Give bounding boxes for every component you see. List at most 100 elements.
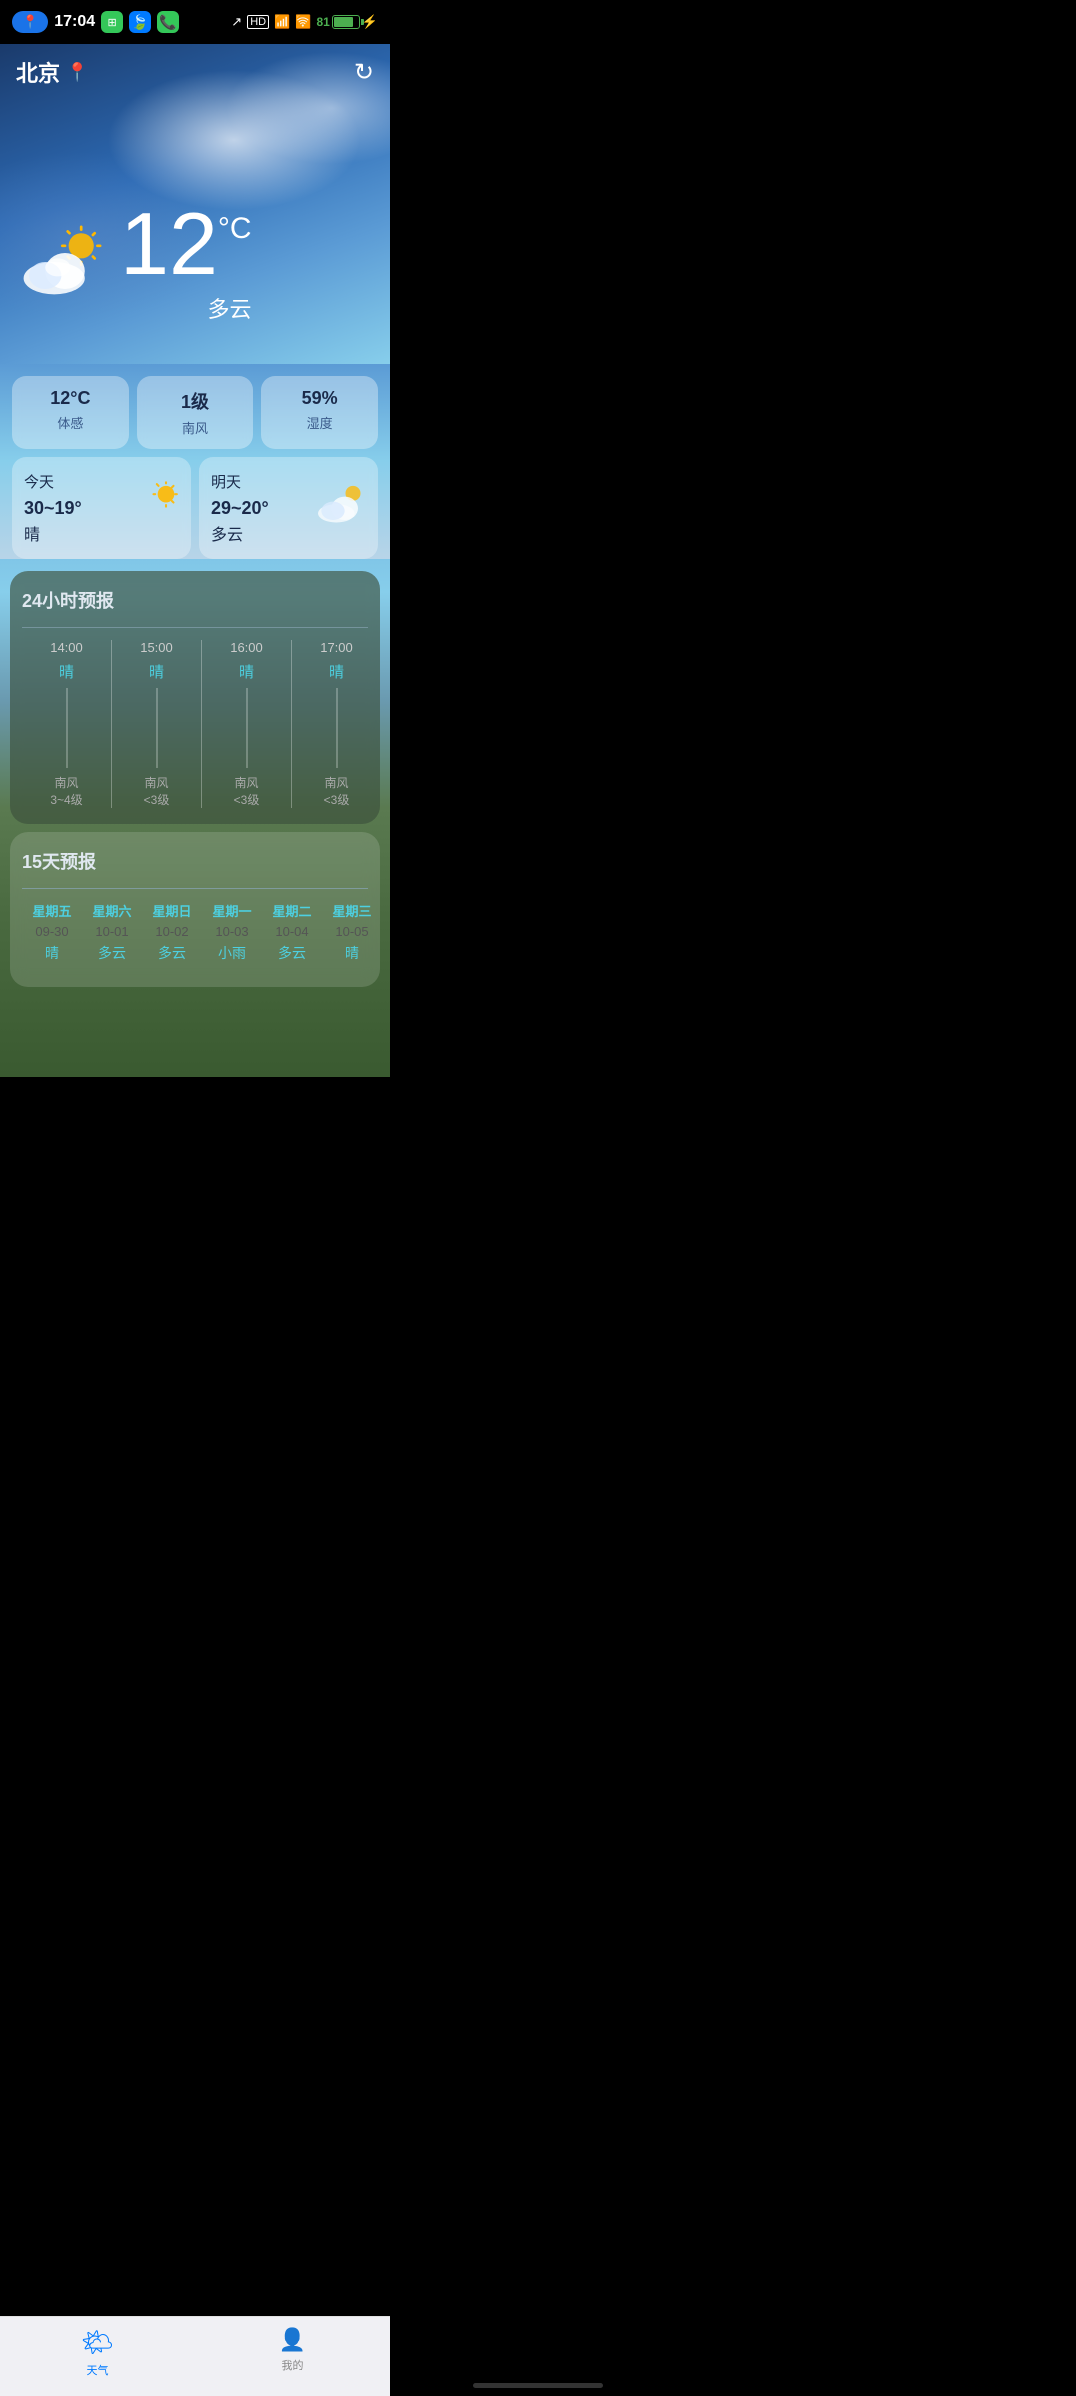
cloud-sun-svg xyxy=(20,222,110,302)
fifteen-weather: 多云 xyxy=(142,943,202,963)
hourly-item: 16:00 晴 南风 <3级 xyxy=(202,640,292,808)
fifteen-weather: 多云 xyxy=(82,943,142,963)
fifteen-day-col: 星期五 09-30 晴 xyxy=(22,901,82,963)
fifteen-day-col: 星期二 10-04 多云 xyxy=(262,901,322,963)
hourly-wind: 南风 xyxy=(206,774,287,791)
hourly-scroll[interactable]: 14:00 晴 南风 3~4级 15:00 晴 南风 <3级 16:00 晴 南… xyxy=(22,640,368,808)
hourly-wind-level: <3级 xyxy=(206,791,287,808)
tomorrow-card[interactable]: 明天 29~20° 多云 xyxy=(199,457,378,559)
fifteen-weather: 小雨 xyxy=(202,943,262,963)
weather-info-cards: 12°C 体感 1级 南风 59% 湿度 xyxy=(12,376,378,449)
nav-profile-icon: 👤 xyxy=(279,2327,306,2353)
fifteen-days-row: 星期五 09-30 晴 星期六 10-01 多云 星期日 10-02 多云 星期… xyxy=(22,901,368,963)
hourly-wind: 南风 xyxy=(116,774,197,791)
hourly-section: 24小时预报 14:00 晴 南风 3~4级 15:00 晴 南风 <3级 16… xyxy=(10,571,380,824)
weather-icon-large xyxy=(20,222,110,302)
battery-level: 81 xyxy=(316,15,329,29)
location-pill: 📍 xyxy=(12,11,48,33)
daily-forecast-row: 今天 30~19° 晴 明天 xyxy=(12,457,378,559)
hourly-bar-line xyxy=(336,688,337,768)
hourly-bar-area xyxy=(26,688,107,768)
wind-card: 1级 南风 xyxy=(137,376,254,449)
wind-value: 1级 xyxy=(145,388,246,414)
fifteen-day-col: 星期六 10-01 多云 xyxy=(82,901,142,963)
fifteen-day-label: 星期日 xyxy=(142,901,202,920)
fifteen-day-col: 星期日 10-02 多云 xyxy=(142,901,202,963)
hourly-bar-line xyxy=(66,688,67,768)
fifteen-date: 10-01 xyxy=(82,924,142,939)
hero-weather-main: 12 °C 多云 xyxy=(20,200,252,324)
hero-section: 北京 📍 ↻ xyxy=(0,44,390,364)
hero-header: 北京 📍 ↻ xyxy=(0,56,390,88)
hourly-item: 14:00 晴 南风 3~4级 xyxy=(22,640,112,808)
hourly-wind-level: <3级 xyxy=(116,791,197,808)
fifteen-date: 10-02 xyxy=(142,924,202,939)
hourly-item: 17:00 晴 南风 <3级 xyxy=(292,640,368,808)
fifteen-weather: 晴 xyxy=(322,943,382,963)
fifteen-day-col: 星期三 10-05 晴 xyxy=(322,901,382,963)
today-card[interactable]: 今天 30~19° 晴 xyxy=(12,457,191,559)
nav-weather-icon: 🌤 xyxy=(81,2327,114,2358)
status-left: 📍 17:04 ⊞ 🍃 📞 xyxy=(12,11,179,33)
hourly-wind: 南风 xyxy=(296,774,368,791)
hourly-items-row: 14:00 晴 南风 3~4级 15:00 晴 南风 <3级 16:00 晴 南… xyxy=(22,640,368,808)
app-icon-3: 📞 xyxy=(157,11,179,33)
hourly-weather: 晴 xyxy=(26,661,107,682)
hourly-weather: 晴 xyxy=(116,661,197,682)
info-section: 12°C 体感 1级 南风 59% 湿度 今天 30~19° 晴 xyxy=(0,364,390,559)
today-weather-icon xyxy=(131,482,181,535)
home-indicator xyxy=(473,2383,603,2388)
refresh-button[interactable]: ↻ xyxy=(354,58,374,87)
feels-like-value: 12°C xyxy=(20,388,121,409)
fifteen-divider xyxy=(22,888,368,889)
temperature-unit: °C xyxy=(218,214,252,244)
fifteen-day-label: 星期一 xyxy=(202,901,262,920)
app-icon-2: 🍃 xyxy=(129,11,151,33)
hourly-bar-line xyxy=(156,688,157,768)
hourly-section-title: 24小时预报 xyxy=(22,587,368,613)
fifteen-day-label: 星期二 xyxy=(262,901,322,920)
hourly-time: 16:00 xyxy=(206,640,287,655)
fifteen-day-label: 星期三 xyxy=(322,901,382,920)
fifteen-date: 10-03 xyxy=(202,924,262,939)
temperature-value: 12 xyxy=(120,200,218,288)
fifteen-weather: 晴 xyxy=(22,943,82,963)
fifteen-date: 10-05 xyxy=(322,924,382,939)
humidity-label: 湿度 xyxy=(269,413,370,432)
cellular-icon: 📶 xyxy=(274,14,290,30)
fifteen-day-label: 星期六 xyxy=(82,901,142,920)
weather-description: 多云 xyxy=(120,292,252,324)
status-bar: 📍 17:04 ⊞ 🍃 📞 ↗ HD 📶 🛜 81 ⚡ xyxy=(0,0,390,44)
nav-profile[interactable]: 👤 我的 xyxy=(195,2327,390,2373)
hourly-bar-area xyxy=(206,688,287,768)
fifteen-section-title: 15天预报 xyxy=(22,848,368,874)
status-right: ↗ HD 📶 🛜 81 ⚡ xyxy=(231,14,378,30)
fifteen-day-section: 15天预报 星期五 09-30 晴 星期六 10-01 多云 星期日 10-02… xyxy=(10,832,380,987)
wind-label: 南风 xyxy=(145,418,246,437)
humidity-value: 59% xyxy=(269,388,370,409)
humidity-card: 59% 湿度 xyxy=(261,376,378,449)
location-pin-icon: 📍 xyxy=(66,62,88,83)
hourly-time: 17:00 xyxy=(296,640,368,655)
feels-like-card: 12°C 体感 xyxy=(12,376,129,449)
battery-icon xyxy=(332,15,360,29)
nav-weather[interactable]: 🌤 天气 xyxy=(0,2327,195,2378)
signal-icon: ↗ xyxy=(231,14,242,30)
hd-label: HD xyxy=(247,15,269,29)
fifteen-date: 10-04 xyxy=(262,924,322,939)
temperature-block: 12 °C 多云 xyxy=(120,200,252,324)
battery-indicator: 81 ⚡ xyxy=(316,14,378,30)
status-app-icons: ⊞ 🍃 📞 xyxy=(101,11,179,33)
fifteen-day-col: 星期一 10-03 小雨 xyxy=(202,901,262,963)
nav-profile-label: 我的 xyxy=(282,2357,304,2373)
app-icon-1: ⊞ xyxy=(101,11,123,33)
status-time: 17:04 xyxy=(54,13,95,31)
hourly-divider xyxy=(22,627,368,628)
wifi-icon: 🛜 xyxy=(295,14,311,30)
feels-like-label: 体感 xyxy=(20,413,121,432)
city-name: 北京 📍 xyxy=(16,56,88,88)
hourly-time: 14:00 xyxy=(26,640,107,655)
hourly-item: 15:00 晴 南风 <3级 xyxy=(112,640,202,808)
nav-weather-label: 天气 xyxy=(87,2362,109,2378)
hourly-time: 15:00 xyxy=(116,640,197,655)
